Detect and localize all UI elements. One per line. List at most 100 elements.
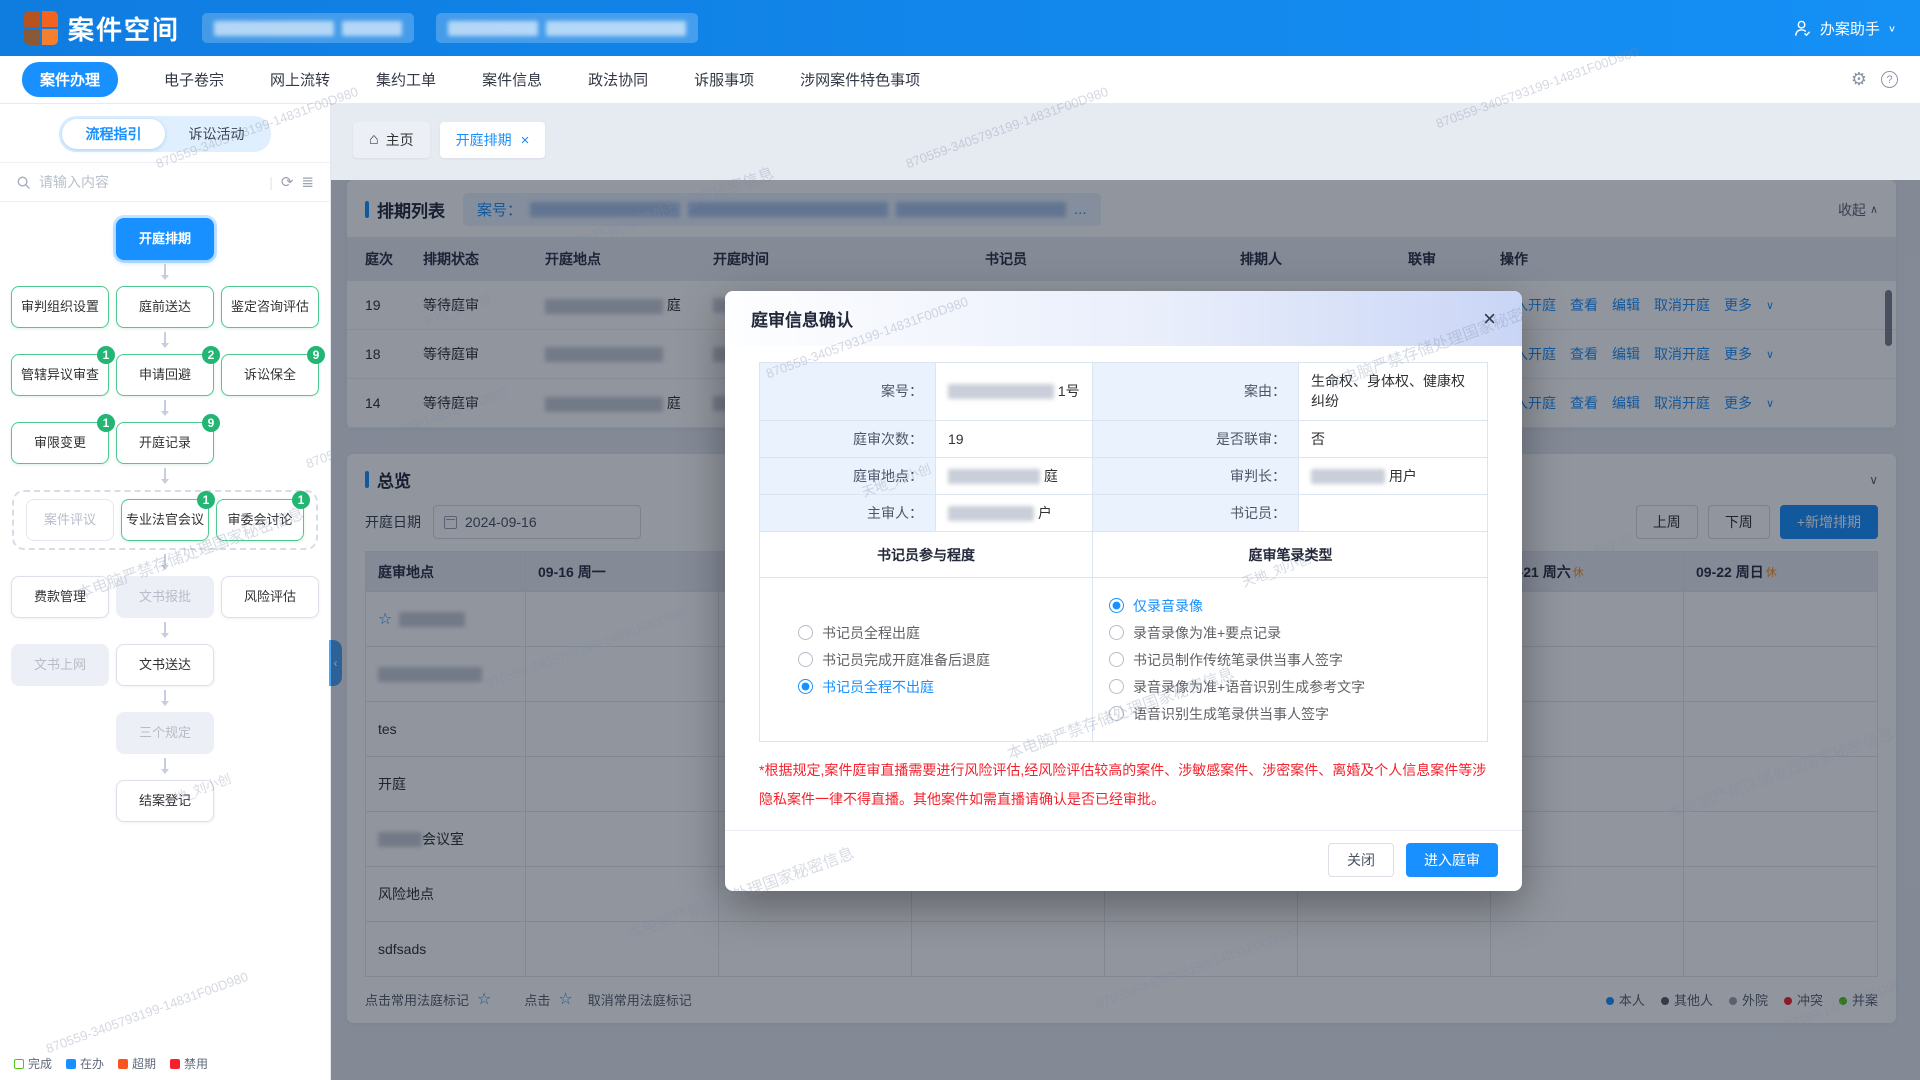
flow-node[interactable]: 文书送达 [116, 644, 214, 686]
flow-node[interactable]: 文书上网 [11, 644, 109, 686]
flow-slot: 申请回避2 [116, 354, 214, 396]
session-count-value: 19 [936, 421, 1093, 458]
flow-node-label: 庭前送达 [139, 299, 191, 315]
tab-home[interactable]: ⌂ 主页 [353, 122, 430, 158]
flow-node-badge: 9 [307, 346, 325, 364]
cause-label: 案由： [1093, 363, 1299, 421]
radio-selected-icon [798, 679, 813, 694]
flow-node[interactable]: 申请回避2 [116, 354, 214, 396]
flow-node[interactable]: 案件评议 [26, 499, 114, 541]
arrow-down-icon [0, 262, 330, 284]
flow-node[interactable]: 庭前送达 [116, 286, 214, 328]
gear-icon[interactable]: ⚙ [1851, 69, 1867, 90]
record-type-option-label: 录音录像为准+语音识别生成参考文字 [1133, 677, 1365, 697]
flow-slot: 结案登记 [116, 780, 214, 822]
flow-slot: 案件评议 [26, 499, 114, 541]
search-placeholder: 请输入内容 [39, 172, 261, 192]
nav-item-政法协同[interactable]: 政法协同 [588, 69, 648, 90]
main-navbar: 案件办理 电子卷宗 网上流转 集约工单 案件信息 政法协同 诉服事项 涉网案件特色事项 ⚙ ? [0, 56, 1920, 104]
presiding-judge-value: 户 [936, 495, 1093, 532]
layers-icon[interactable]: ≣ [301, 173, 314, 191]
nav-item-诉服事项[interactable]: 诉服事项 [694, 69, 754, 90]
navbar-icons: ⚙ ? [1851, 69, 1898, 90]
record-type-option[interactable]: 仅录音录像 [1109, 596, 1203, 616]
tab-close-icon[interactable]: × [521, 132, 530, 149]
tab-court-schedule[interactable]: 开庭排期 × [440, 122, 546, 158]
nav-item-案件信息[interactable]: 案件信息 [482, 69, 542, 90]
enter-hearing-button[interactable]: 进入庭审 [1406, 843, 1498, 877]
flow-node[interactable]: 开庭记录9 [116, 422, 214, 464]
flow-node[interactable]: 风险评估 [221, 576, 319, 618]
flow-node[interactable]: 专业法官会议1 [121, 499, 209, 541]
flow-node-label: 案件评议 [44, 512, 96, 528]
nav-item-网上流转[interactable]: 网上流转 [270, 69, 330, 90]
user-menu[interactable]: 办案助手 ∨ [1793, 18, 1896, 39]
flow-slot: 开庭排期 [116, 218, 214, 260]
record-type-option-label: 语音识别生成笔录供当事人签字 [1133, 704, 1329, 724]
flow-node[interactable]: 鉴定咨询评估 [221, 286, 319, 328]
flow-node[interactable]: 审限变更1 [11, 422, 109, 464]
cause-value: 生命权、身体权、健康权纠纷 [1299, 363, 1488, 421]
close-icon[interactable]: × [1483, 308, 1496, 330]
flow-slot [11, 712, 109, 754]
legend-item-完成: 完成 [14, 1055, 52, 1072]
sidebar-tab-流程指引[interactable]: 流程指引 [62, 119, 165, 149]
participation-option[interactable]: 书记员完成开庭准备后退庭 [798, 650, 990, 670]
legend-item-在办: 在办 [66, 1055, 104, 1072]
legend-swatch [170, 1059, 180, 1069]
flow-node[interactable]: 诉讼保全9 [221, 354, 319, 396]
flow-node-label: 风险评估 [244, 589, 296, 605]
flow-slot: 诉讼保全9 [221, 354, 319, 396]
flow-node[interactable]: 结案登记 [116, 780, 214, 822]
close-button[interactable]: 关闭 [1328, 843, 1394, 877]
flow-node-label: 管辖异议审查 [21, 367, 99, 383]
flow-node[interactable]: 文书报批 [116, 576, 214, 618]
nav-item-集约工单[interactable]: 集约工单 [376, 69, 436, 90]
flow-node[interactable]: 管辖异议审查1 [11, 354, 109, 396]
participation-section-title: 书记员参与程度 [760, 532, 1093, 578]
record-type-option[interactable]: 录音录像为准+要点记录 [1109, 623, 1281, 643]
flow-node[interactable]: 三个规定 [116, 712, 214, 754]
flow-node-label: 文书上网 [34, 657, 86, 673]
flow-row: 开庭排期 [0, 218, 330, 260]
flow-row: 结案登记 [0, 780, 330, 822]
flow-node[interactable]: 审委会讨论1 [216, 499, 304, 541]
flow-node-badge: 1 [97, 414, 115, 432]
dashed-group: 案件评议专业法官会议1审委会讨论1 [12, 490, 318, 550]
record-type-option[interactable]: 语音识别生成笔录供当事人签字 [1109, 704, 1329, 724]
flow-row: 案件评议 专业法官会议1审委会讨论1 [16, 499, 314, 541]
case-no-value: 1号 [936, 363, 1093, 421]
flow-row: 文书上网 文书送达 [0, 644, 330, 686]
flow-node-badge: 1 [292, 491, 310, 509]
flow-node[interactable]: 费款管理 [11, 576, 109, 618]
dialog-title: 庭审信息确认 [751, 306, 853, 331]
sidebar: 流程指引诉讼活动 请输入内容 | ⟳ ≣ 开庭排期审判组织设置 庭前送达 鉴定咨询评… [0, 104, 331, 1080]
refresh-icon[interactable]: ⟳ [281, 173, 294, 191]
help-icon[interactable]: ? [1881, 71, 1898, 88]
flow-node-label: 专业法官会议 [126, 512, 204, 528]
flow-slot: 庭前送达 [116, 286, 214, 328]
participation-option[interactable]: 书记员全程不出庭 [798, 677, 934, 697]
radio-icon [798, 652, 813, 667]
assistant-label: 办案助手 [1820, 18, 1880, 39]
flow-status-legend: 完成在办超期禁用 [14, 1055, 208, 1072]
tab-home-label: 主页 [386, 130, 414, 150]
record-type-option[interactable]: 书记员制作传统笔录供当事人签字 [1109, 650, 1343, 670]
flow-node-label: 结案登记 [139, 793, 191, 809]
sidebar-tab-诉讼活动[interactable]: 诉讼活动 [165, 119, 268, 149]
flow-node[interactable]: 开庭排期 [116, 218, 214, 260]
record-type-option[interactable]: 录音录像为准+语音识别生成参考文字 [1109, 677, 1365, 697]
radio-icon [1109, 625, 1124, 640]
participation-option[interactable]: 书记员全程出庭 [798, 623, 920, 643]
flow-node-label: 审判组织设置 [21, 299, 99, 315]
flow-slot [221, 422, 319, 464]
location-label: 庭审地点： [760, 458, 936, 495]
app: 案件空间 办案助手 ∨ 案件办理电子卷宗网上流转集约工单案件信息政法协同诉服事项… [0, 0, 1920, 1080]
sidebar-search[interactable]: 请输入内容 | ⟳ ≣ [0, 162, 330, 202]
flow-slot: 开庭记录9 [116, 422, 214, 464]
nav-item-涉网案件特色事项[interactable]: 涉网案件特色事项 [800, 69, 920, 90]
flow-row: 费款管理文书报批 风险评估 [0, 576, 330, 618]
nav-item-电子卷宗[interactable]: 电子卷宗 [164, 69, 224, 90]
nav-item-案件办理[interactable]: 案件办理 [22, 62, 118, 97]
flow-node[interactable]: 审判组织设置 [11, 286, 109, 328]
